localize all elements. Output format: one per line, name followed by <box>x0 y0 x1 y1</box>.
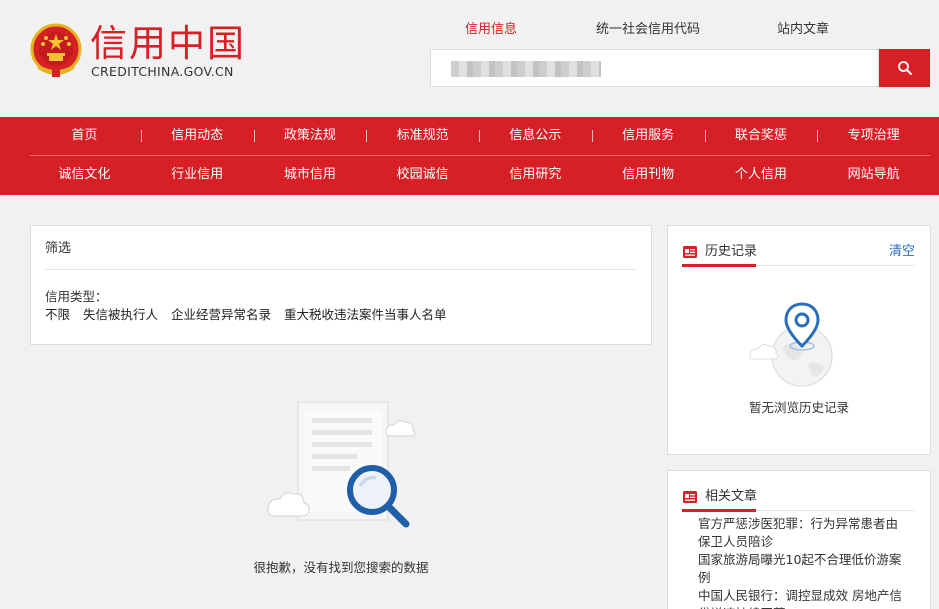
history-title-underline <box>682 264 756 267</box>
credit-type-label: 信用类型： <box>45 289 108 304</box>
filter-option-dishonest-debtor[interactable]: 失信被执行人 <box>83 306 158 324</box>
filter-option-abnormal-operation[interactable]: 企业经营异常名录 <box>171 306 271 324</box>
nav-item-site-map[interactable]: 网站导航 <box>817 156 930 194</box>
nav-item-credit-research[interactable]: 信用研究 <box>479 156 592 194</box>
related-title-underline <box>682 509 756 512</box>
nav-item-credit-news[interactable]: 信用动态 <box>140 117 254 155</box>
nav-item-home[interactable]: 首页 <box>28 117 141 155</box>
credit-type-options: 不限 失信被执行人 企业经营异常名录 重大税收违法案件当事人名单 <box>45 306 460 324</box>
clear-history-link[interactable]: 清空 <box>889 243 915 261</box>
search-icon <box>897 61 912 75</box>
tab-unified-code[interactable]: 统一社会信用代码 <box>596 20 700 40</box>
nav-item-services[interactable]: 信用服务 <box>591 117 705 155</box>
nav-item-standards[interactable]: 标准规范 <box>366 117 479 155</box>
history-empty-message: 暂无浏览历史记录 <box>748 400 849 415</box>
filter-divider <box>45 269 637 270</box>
filter-option-tax-violation[interactable]: 重大税收违法案件当事人名单 <box>284 306 447 324</box>
related-articles-list: 官方严惩涉医犯罪：行为异常患者由保卫人员陪诊 国家旅游局曝光10起不合理低价游案… <box>698 515 903 609</box>
related-title: 相关文章 <box>705 489 758 504</box>
site-domain: CREDITCHINA.GOV.CN <box>91 64 234 79</box>
site-title[interactable]: 信用中国 <box>90 22 246 66</box>
news-icon <box>683 491 697 503</box>
national-emblem-icon <box>30 23 82 77</box>
related-article-link[interactable]: 中国人民银行：调控显成效 房地产信贷增速持续回落 <box>698 587 903 609</box>
search-button[interactable] <box>879 49 930 87</box>
site-header: 信用中国 CREDITCHINA.GOV.CN 信用信息 统一社会信用代码 站内… <box>0 0 939 117</box>
tab-credit-info[interactable]: 信用信息 <box>465 20 517 40</box>
related-articles-panel: 相关文章 官方严惩涉医犯罪：行为异常患者由保卫人员陪诊 国家旅游局曝光10起不合… <box>667 470 931 609</box>
nav-item-campus-integrity[interactable]: 校园诚信 <box>366 156 479 194</box>
search-tabs: 信用信息 统一社会信用代码 站内文章 <box>430 20 930 67</box>
nav-item-personal-credit[interactable]: 个人信用 <box>705 156 818 194</box>
filter-panel: 筛选 信用类型： 不限 失信被执行人 企业经营异常名录 重大税收违法案件当事人名… <box>30 225 652 345</box>
nav-item-disclosure[interactable]: 信息公示 <box>479 117 592 155</box>
history-panel: 历史记录 清空 暂无浏览历史记录 <box>667 225 931 455</box>
news-icon <box>683 246 697 258</box>
nav-item-industry-credit[interactable]: 行业信用 <box>141 156 254 194</box>
filter-option-any[interactable]: 不限 <box>45 306 70 324</box>
nav-item-special-governance[interactable]: 专项治理 <box>817 117 930 155</box>
no-results-illustration-icon <box>267 401 416 528</box>
nav-item-publications[interactable]: 信用刊物 <box>592 156 705 194</box>
nav-item-policy[interactable]: 政策法规 <box>253 117 367 155</box>
nav-row-1: 首页 信用动态 政策法规 标准规范 信息公示 信用服务 联合奖惩 专项治理 <box>28 117 930 155</box>
location-globe-icon <box>749 302 833 387</box>
nav-item-integrity-culture[interactable]: 诚信文化 <box>28 156 141 194</box>
tab-site-articles[interactable]: 站内文章 <box>777 20 829 40</box>
nav-item-city-credit[interactable]: 城市信用 <box>254 156 367 194</box>
history-title: 历史记录 <box>705 244 758 259</box>
related-article-link[interactable]: 国家旅游局曝光10起不合理低价游案例 <box>698 551 903 587</box>
search-query-blurred <box>451 61 601 77</box>
history-panel-header: 历史记录 清空 <box>682 242 915 267</box>
nav-row-2: 诚信文化 行业信用 城市信用 校园诚信 信用研究 信用刊物 个人信用 网站导航 <box>28 156 930 194</box>
related-article-link[interactable]: 官方严惩涉医犯罪：行为异常患者由保卫人员陪诊 <box>698 515 903 551</box>
nav-item-rewards-penalties[interactable]: 联合奖惩 <box>704 117 818 155</box>
filter-title: 筛选 <box>45 241 72 256</box>
search-input[interactable] <box>430 49 879 87</box>
related-panel-header: 相关文章 <box>682 487 915 512</box>
main-nav: 首页 信用动态 政策法规 标准规范 信息公示 信用服务 联合奖惩 专项治理 诚信… <box>0 117 939 195</box>
no-results-message: 很抱歉，没有找到您搜索的数据 <box>253 560 429 575</box>
